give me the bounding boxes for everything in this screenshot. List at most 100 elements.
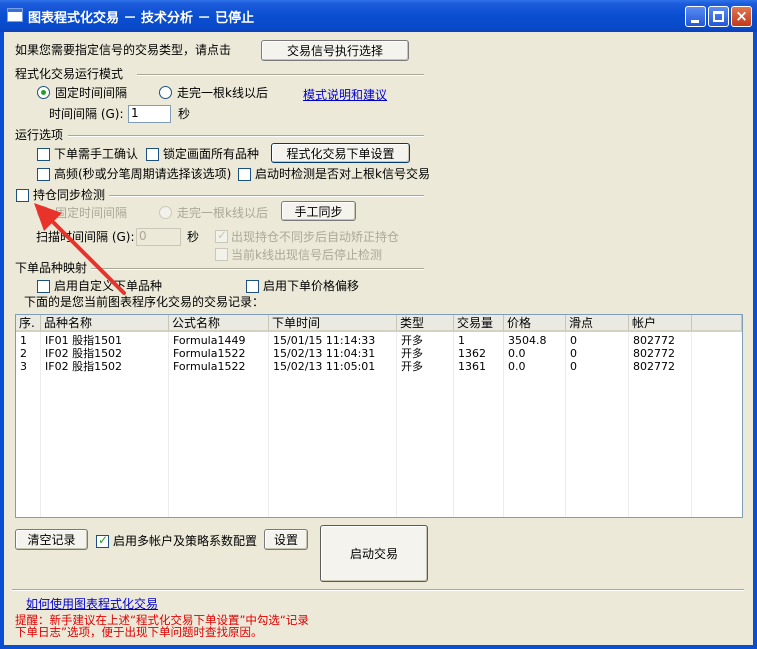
- table-cell: 802772: [633, 347, 675, 360]
- sync-kline-radio[interactable]: [159, 206, 172, 219]
- column-header[interactable]: 下单时间: [269, 315, 397, 332]
- check-last-signal-label: 启动时检测是否对上根k信号交易: [255, 167, 430, 181]
- auto-fix-checkbox[interactable]: ✓: [215, 228, 228, 243]
- table-cell: 0: [570, 347, 577, 360]
- table-row[interactable]: 3 IF02 股指1502 Formula1522 15/02/13 11:05…: [16, 360, 742, 373]
- run-mode-fixed-radio[interactable]: [37, 86, 50, 99]
- column-header[interactable]: 价格: [504, 315, 566, 332]
- table-cell: 3: [20, 360, 27, 373]
- table-cell: 开多: [401, 334, 423, 347]
- table-cell: 1361: [458, 360, 486, 373]
- mapping-section-label: 下单品种映射: [15, 261, 88, 275]
- position-sync-separator: [109, 195, 424, 197]
- signal-select-prompt: 如果您需要指定信号的交易类型，请点击: [15, 43, 232, 57]
- column-header[interactable]: 滑点: [566, 315, 629, 332]
- table-cell: 15/02/13 11:04:31: [273, 347, 376, 360]
- run-mode-separator: [137, 74, 424, 76]
- window-title: 图表程式化交易 － 技术分析 － 已停止: [28, 11, 255, 26]
- scan-interval-unit: 秒: [187, 230, 200, 244]
- interval-label: 时间间隔 (G):: [49, 107, 124, 121]
- sync-fixed-label: 固定时间间隔: [55, 206, 128, 220]
- table-cell: IF02 股指1502: [45, 360, 123, 373]
- table-cell: IF01 股指1501: [45, 334, 123, 347]
- table-cell: 3504.8: [508, 334, 547, 347]
- minimize-icon[interactable]: [685, 6, 706, 27]
- order-settings-button[interactable]: 程式化交易下单设置: [271, 143, 410, 163]
- trade-records-table[interactable]: 序. 品种名称 公式名称 下单时间 类型 交易量 价格 滑点 帐户 1 IF01…: [15, 314, 743, 518]
- table-cell: 15/01/15 11:14:33: [273, 334, 376, 347]
- high-frequency-label: 高频(秒或分笔周期请选择该选项): [54, 167, 232, 181]
- high-frequency-checkbox[interactable]: [37, 168, 50, 181]
- multi-account-label: 启用多帐户及策略系数配置: [113, 534, 258, 548]
- records-caption: 下面的是您当前图表程序化交易的交易记录：: [24, 295, 265, 309]
- title-bar: 图表程式化交易 － 技术分析 － 已停止 ×: [0, 0, 757, 32]
- position-sync-label: 持仓同步检测: [33, 188, 106, 202]
- bottom-separator: [12, 589, 744, 591]
- price-offset-label: 启用下单价格偏移: [263, 279, 360, 293]
- mode-help-link[interactable]: 模式说明和建议: [303, 86, 387, 103]
- column-header[interactable]: 类型: [397, 315, 454, 332]
- start-trading-button[interactable]: 启动交易: [320, 525, 428, 582]
- clear-records-button[interactable]: 清空记录: [15, 529, 88, 550]
- multi-account-checkbox[interactable]: ✓: [96, 533, 109, 548]
- tip-line-2: 下单日志”选项，便于出现下单问题时查找原因。: [15, 625, 263, 639]
- table-cell: 开多: [401, 347, 423, 360]
- price-offset-checkbox[interactable]: [246, 280, 259, 293]
- table-row[interactable]: 2 IF02 股指1502 Formula1522 15/02/13 11:04…: [16, 347, 742, 360]
- auto-fix-label: 出现持仓不同步后自动矫正持仓: [231, 230, 400, 244]
- manual-confirm-label: 下单需手工确认: [54, 147, 139, 161]
- table-cell: 15/02/13 11:05:01: [273, 360, 376, 373]
- custom-symbol-label: 启用自定义下单品种: [54, 279, 163, 293]
- close-icon[interactable]: ×: [731, 6, 752, 27]
- lock-all-label: 锁定画面所有品种: [163, 147, 260, 161]
- scan-interval-input[interactable]: 0: [136, 228, 181, 246]
- table-row[interactable]: 1 IF01 股指1501 Formula1449 15/01/15 11:14…: [16, 334, 742, 347]
- how-to-use-link[interactable]: 如何使用图表程式化交易: [26, 595, 158, 612]
- column-header[interactable]: 品种名称: [41, 315, 169, 332]
- table-cell: 2: [20, 347, 27, 360]
- custom-symbol-checkbox[interactable]: [37, 280, 50, 293]
- table-cell: 1: [458, 334, 465, 347]
- table-cell: 802772: [633, 334, 675, 347]
- signal-select-button[interactable]: 交易信号执行选择: [261, 40, 409, 61]
- table-cell: 0.0: [508, 347, 526, 360]
- mapping-separator: [91, 268, 424, 270]
- run-mode-kline-label: 走完一根k线以后: [177, 86, 268, 100]
- table-cell: Formula1449: [173, 334, 246, 347]
- interval-input[interactable]: 1: [128, 105, 171, 123]
- table-cell: 0: [570, 360, 577, 373]
- table-cell: 1362: [458, 347, 486, 360]
- manual-sync-button[interactable]: 手工同步: [281, 201, 356, 221]
- sync-kline-label: 走完一根k线以后: [177, 206, 268, 220]
- run-mode-section-label: 程式化交易运行模式: [15, 67, 124, 81]
- run-mode-fixed-label: 固定时间间隔: [55, 86, 128, 100]
- table-cell: Formula1522: [173, 360, 246, 373]
- multi-account-settings-button[interactable]: 设置: [264, 529, 308, 550]
- manual-confirm-checkbox[interactable]: [37, 148, 50, 161]
- column-header[interactable]: 交易量: [454, 315, 504, 332]
- column-header[interactable]: 公式名称: [169, 315, 269, 332]
- run-options-separator: [68, 135, 424, 137]
- stop-on-signal-checkbox[interactable]: [215, 248, 228, 261]
- check-last-signal-checkbox[interactable]: [238, 168, 251, 181]
- table-cell: 开多: [401, 360, 423, 373]
- table-cell: 0.0: [508, 360, 526, 373]
- scan-interval-label: 扫描时间间隔 (G):: [36, 230, 135, 244]
- sync-fixed-radio[interactable]: [37, 206, 50, 219]
- app-window-icon: [7, 8, 23, 22]
- column-header[interactable]: 序.: [16, 315, 41, 332]
- column-header[interactable]: 帐户: [629, 315, 692, 332]
- maximize-icon[interactable]: [708, 6, 729, 27]
- table-cell: 0: [570, 334, 577, 347]
- table-cell: IF02 股指1502: [45, 347, 123, 360]
- lock-all-checkbox[interactable]: [146, 148, 159, 161]
- column-header-filler: [692, 315, 742, 332]
- run-mode-kline-radio[interactable]: [159, 86, 172, 99]
- stop-on-signal-label: 当前k线出现信号后停止检测: [231, 248, 382, 262]
- interval-unit: 秒: [178, 107, 191, 121]
- run-options-section-label: 运行选项: [15, 128, 64, 142]
- table-cell: 802772: [633, 360, 675, 373]
- table-cell: 1: [20, 334, 27, 347]
- table-cell: Formula1522: [173, 347, 246, 360]
- position-sync-checkbox[interactable]: [16, 189, 29, 202]
